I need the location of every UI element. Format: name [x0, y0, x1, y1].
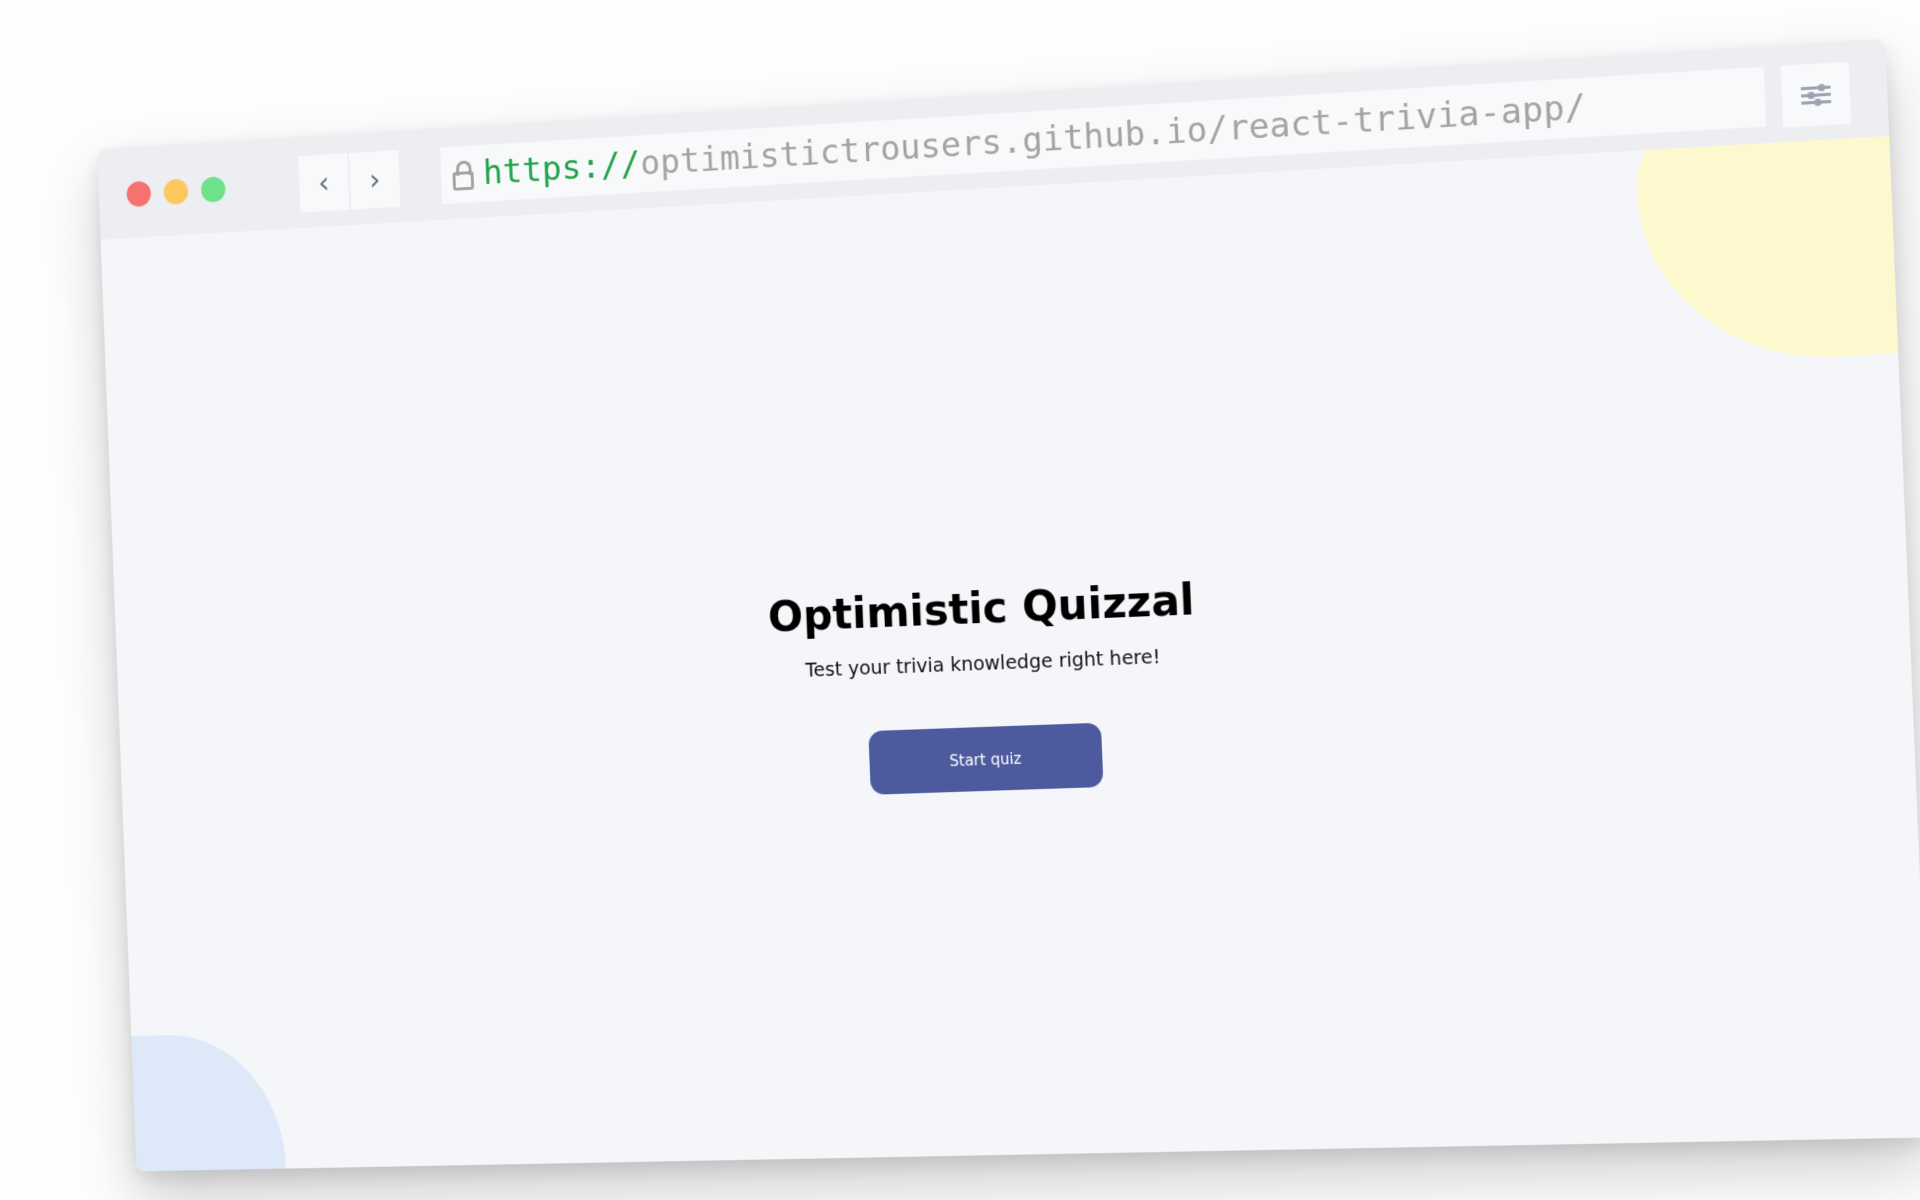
browser-window: ‹ › https://optimistictrousers.github.io…	[97, 38, 1920, 1172]
url-scheme: https://	[482, 144, 642, 193]
decorative-blob-blue	[100, 1032, 290, 1172]
desktop-scene: ‹ › https://optimistictrousers.github.io…	[0, 0, 1920, 1200]
lock-icon	[452, 160, 475, 191]
sliders-icon	[1781, 62, 1852, 128]
minimize-window-button[interactable]	[163, 178, 189, 206]
decorative-blob-yellow	[1632, 135, 1920, 366]
page-content: Optimistic Quizzal Test your trivia know…	[100, 135, 1920, 1172]
hero-section: Optimistic Quizzal Test your trivia know…	[115, 545, 1915, 820]
chevron-left-icon: ‹	[317, 165, 331, 201]
close-window-button[interactable]	[126, 180, 152, 208]
forward-button[interactable]: ›	[349, 150, 401, 210]
maximize-window-button[interactable]	[200, 176, 226, 203]
back-button[interactable]: ‹	[298, 153, 350, 213]
chevron-right-icon: ›	[368, 162, 382, 198]
page-title: Optimistic Quizzal	[767, 574, 1196, 642]
settings-button[interactable]	[1780, 61, 1852, 128]
start-quiz-button[interactable]: Start quiz	[868, 722, 1104, 795]
